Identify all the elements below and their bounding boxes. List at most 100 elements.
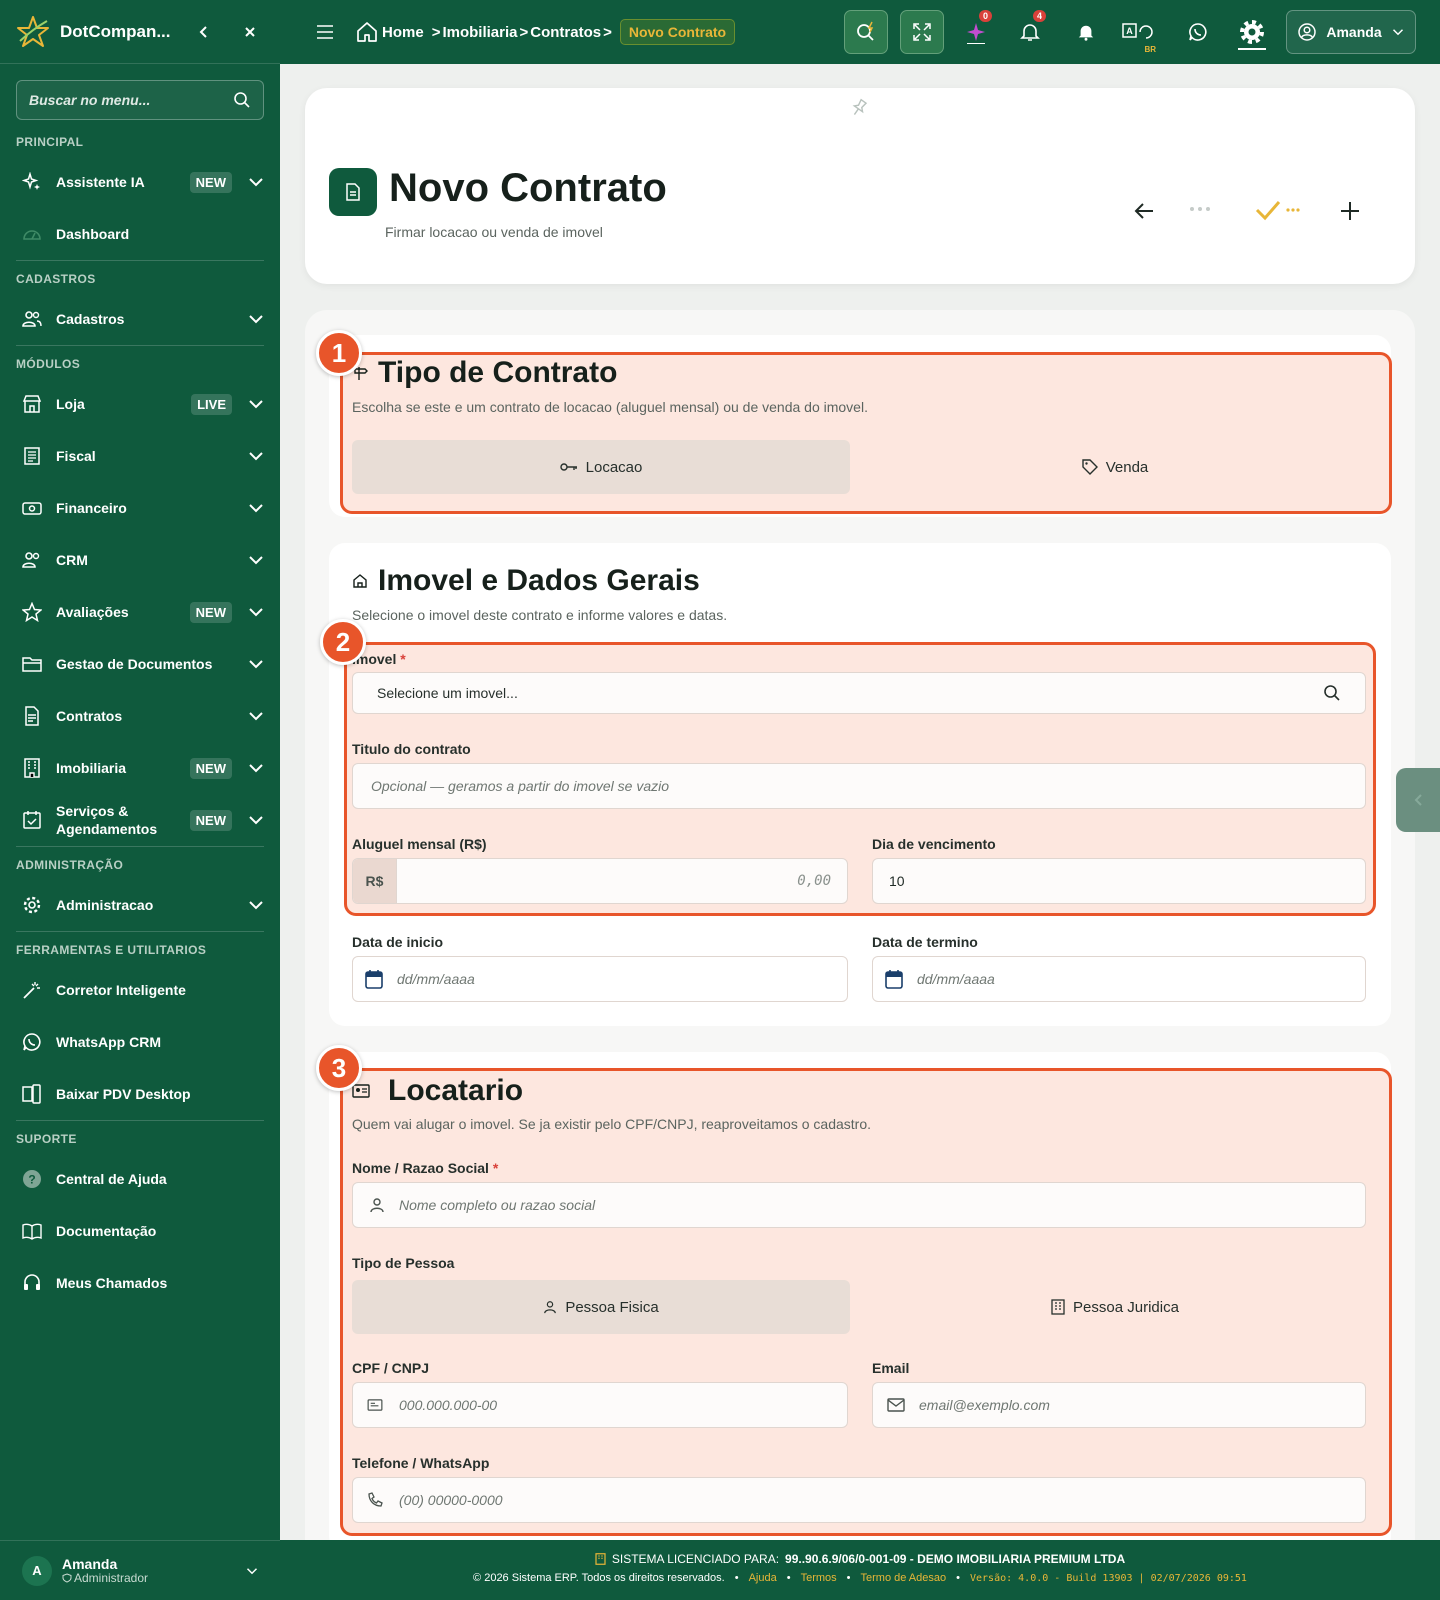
menu-icon[interactable] [316, 25, 334, 39]
sidebar-item-pdv[interactable]: Baixar PDV Desktop [0, 1068, 280, 1120]
dia-vencimento-input[interactable]: 10 [872, 858, 1366, 904]
page-header-card: Novo Contrato Firmar locacao ou venda de… [305, 88, 1415, 284]
sidebar-user[interactable]: A Amanda Administrador [0, 1540, 280, 1600]
chevron-down-icon [248, 396, 264, 412]
back-arrow-icon[interactable] [1133, 200, 1155, 222]
settings-button[interactable] [1232, 14, 1272, 50]
topbar: Home > Imobiliaria > Contratos > Novo Co… [280, 0, 1440, 64]
shield-icon [62, 1572, 72, 1583]
fullscreen-button[interactable] [900, 10, 944, 54]
sidebar-item-corretor[interactable]: Corretor Inteligente [0, 964, 280, 1016]
new-badge: NEW [189, 171, 232, 193]
user-name: Amanda [62, 1555, 118, 1572]
sidebar-item-documentacao[interactable]: Documentação [0, 1205, 280, 1257]
breadcrumb-imobiliaria[interactable]: Imobiliaria [442, 24, 517, 41]
more-dots-icon[interactable] [1189, 206, 1211, 212]
smart-search-button[interactable] [844, 10, 888, 54]
footer-link-ajuda[interactable]: Ajuda [749, 1572, 777, 1584]
venda-toggle[interactable]: Venda [850, 440, 1380, 494]
sidebar-item-label: Documentação [56, 1223, 157, 1239]
close-sidebar-icon[interactable] [236, 18, 264, 46]
chevron-down-icon[interactable] [246, 1565, 258, 1577]
add-plus-icon[interactable] [1339, 200, 1361, 222]
locatario-subtitle: Quem vai alugar o imovel. Se ja existir … [352, 1116, 871, 1132]
titulo-input[interactable]: Opcional — geramos a partir do imovel se… [352, 763, 1366, 809]
email-label: Email [872, 1360, 910, 1376]
pessoa-fisica-toggle[interactable]: Pessoa Fisica [352, 1280, 850, 1334]
sidebar-search-input[interactable]: Buscar no menu... [16, 80, 264, 120]
footer-link-termos[interactable]: Termos [801, 1572, 837, 1584]
locacao-toggle[interactable]: Locacao [352, 440, 850, 494]
cpf-input[interactable]: 000.000.000-00 [352, 1382, 848, 1428]
chevron-down-icon [248, 311, 264, 327]
sidebar-item-ajuda[interactable]: ? Central de Ajuda [0, 1153, 280, 1205]
notifications-button[interactable]: 4 [1012, 10, 1048, 50]
chevron-down-icon [248, 656, 264, 672]
sidebar-item-loja[interactable]: Loja LIVE [0, 378, 280, 430]
footer-link-termo-adesao[interactable]: Termo de Adesao [861, 1572, 947, 1584]
sidebar-item-assistente[interactable]: Assistente IA NEW [0, 156, 280, 208]
calendar-check-icon [22, 810, 42, 830]
sidebar-item-cadastros[interactable]: Cadastros [0, 293, 280, 345]
star-icon [22, 602, 42, 622]
section-administracao: ADMINISTRAÇÃO [16, 858, 124, 872]
save-check-icon[interactable] [1255, 198, 1303, 222]
sidebar-item-whatsapp[interactable]: WhatsApp CRM [0, 1016, 280, 1068]
breadcrumb-home[interactable]: Home [382, 24, 424, 41]
breadcrumb-contratos[interactable]: Contratos [530, 24, 601, 41]
breadcrumb-current: Novo Contrato [619, 19, 736, 45]
data-termino-input[interactable]: dd/mm/aaaa [872, 956, 1366, 1002]
sidebar-item-label: CRM [56, 552, 88, 568]
language-button[interactable]: A BR [1120, 14, 1156, 54]
sidebar-item-servicos[interactable]: Serviços & Agendamentos NEW [0, 794, 280, 846]
phone-icon [367, 1492, 383, 1508]
locatario-title-text: Locatario [388, 1074, 524, 1107]
building-icon [595, 1553, 606, 1565]
nome-input[interactable]: Nome completo ou razao social [352, 1182, 1366, 1228]
collapse-sidebar-icon[interactable] [190, 18, 218, 46]
side-panel-tab[interactable] [1396, 768, 1440, 832]
sidebar-item-chamados[interactable]: Meus Chamados [0, 1257, 280, 1309]
pin-icon[interactable] [849, 98, 869, 118]
sidebar-item-crm[interactable]: CRM [0, 534, 280, 586]
sidebar-item-label: Financeiro [56, 500, 127, 516]
email-input[interactable]: email@exemplo.com [872, 1382, 1366, 1428]
alerts-button[interactable] [1068, 14, 1104, 50]
sidebar-item-imobiliaria[interactable]: Imobiliaria NEW [0, 742, 280, 794]
chevron-left-icon [1413, 793, 1423, 807]
pessoa-juridica-toggle[interactable]: Pessoa Juridica [850, 1280, 1380, 1334]
sidebar-item-documentos[interactable]: Gestao de Documentos [0, 638, 280, 690]
whatsapp-button[interactable] [1180, 14, 1216, 50]
calendar-icon [365, 969, 383, 989]
expand-icon [912, 22, 932, 42]
gear-icon [1239, 19, 1265, 45]
bell-icon [1020, 22, 1040, 42]
telefone-input[interactable]: (00) 00000-0000 [352, 1477, 1366, 1523]
sidebar-item-fiscal[interactable]: Fiscal [0, 430, 280, 482]
envelope-icon [887, 1398, 905, 1412]
sidebar-item-dashboard[interactable]: Dashboard [0, 208, 280, 260]
sidebar-item-avaliacoes[interactable]: Avaliações NEW [0, 586, 280, 638]
imovel-select[interactable]: Selecione um imovel... [352, 672, 1366, 714]
imovel-select-placeholder: Selecione um imovel... [377, 685, 518, 701]
user-menu-button[interactable]: Amanda [1286, 10, 1416, 54]
aluguel-input[interactable]: R$ 0,00 [352, 858, 848, 904]
license-line: SISTEMA LICENCIADO PARA: 99..90.6.9/06/0… [280, 1552, 1440, 1566]
license-text: 99..90.6.9/06/0-001-09 - DEMO IMOBILIARI… [785, 1552, 1126, 1566]
sidebar-item-label: Corretor Inteligente [56, 982, 186, 998]
data-inicio-label: Data de inicio [352, 934, 444, 950]
contract-doc-icon [329, 168, 377, 216]
search-bolt-icon [854, 20, 878, 44]
sidebar-item-admin[interactable]: Administracao [0, 879, 280, 931]
section-modulos: MÓDULOS [16, 357, 81, 371]
ai-button[interactable]: 0 [958, 10, 994, 50]
section-suporte: SUPORTE [16, 1132, 77, 1146]
data-inicio-input[interactable]: dd/mm/aaaa [352, 956, 848, 1002]
notification-count-badge: 4 [1032, 10, 1046, 22]
footer: SISTEMA LICENCIADO PARA: 99..90.6.9/06/0… [280, 1540, 1440, 1600]
sidebar-item-contratos[interactable]: Contratos [0, 690, 280, 742]
dia-vencimento-value: 10 [889, 873, 905, 889]
sidebar-item-financeiro[interactable]: Financeiro [0, 482, 280, 534]
svg-text:A: A [1126, 26, 1133, 36]
section-principal: PRINCIPAL [16, 135, 84, 149]
